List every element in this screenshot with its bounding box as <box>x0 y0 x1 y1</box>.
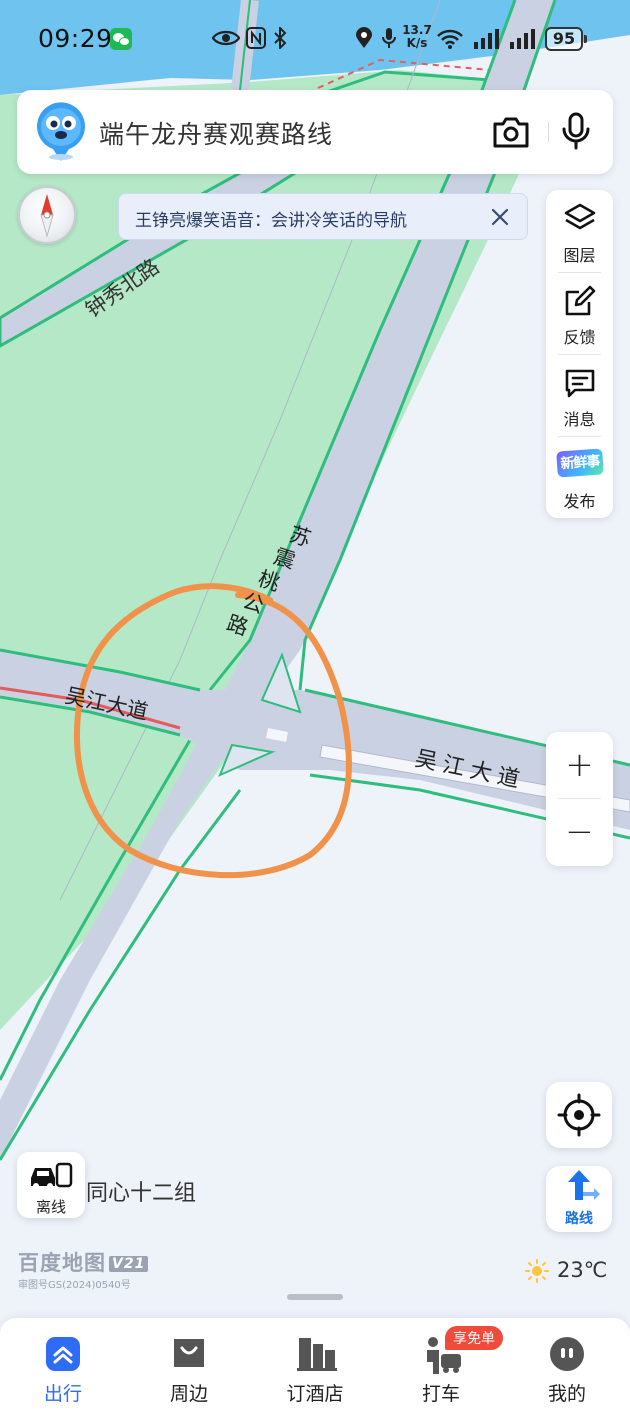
map-tool-panel: 图层 反馈 消息 新鲜事 发布 <box>546 190 613 518</box>
search-divider <box>548 122 549 142</box>
search-bar[interactable]: 端午龙舟赛观赛路线 <box>17 90 613 174</box>
nav-mine-label: 我的 <box>547 1383 586 1405</box>
route-label: 路线 <box>565 1211 593 1227</box>
zoom-in-button[interactable]: + <box>546 732 613 798</box>
locate-crosshair-icon <box>557 1093 601 1137</box>
net-speed-unit: K/s <box>406 36 428 50</box>
nav-nearby-label: 周边 <box>169 1383 208 1405</box>
nav-hotel-label: 订酒店 <box>286 1383 344 1405</box>
signal-icon-2 <box>510 29 535 49</box>
nav-taxi[interactable]: 享免单 打车 <box>391 1318 503 1422</box>
offline-car-icon <box>31 1162 73 1189</box>
notice-text[interactable]: 王铮亮爆笑语音：会讲冷笑话的导航 <box>135 206 407 231</box>
status-bar: 09:29 13.7 K/s 95 <box>0 0 630 80</box>
messages-button[interactable]: 消息 <box>546 354 613 436</box>
net-speed: 13.7 K/s <box>401 24 433 50</box>
notice-banner[interactable]: 王铮亮爆笑语音：会讲冷笑话的导航 <box>118 193 528 240</box>
layers-icon <box>564 203 596 230</box>
offline-label: 离线 <box>35 1198 66 1216</box>
nav-travel-label: 出行 <box>43 1383 82 1405</box>
feedback-label: 反馈 <box>563 328 596 347</box>
taxi-promo-badge: 享免单 <box>445 1326 503 1350</box>
bluetooth-icon <box>274 27 287 49</box>
messages-label: 消息 <box>563 410 596 429</box>
zoom-control: + − <box>546 732 613 866</box>
search-input[interactable]: 端午龙舟赛观赛路线 <box>99 115 333 151</box>
layers-button[interactable]: 图层 <box>546 190 613 272</box>
logo-name: 百度地图 <box>18 1251 106 1275</box>
microphone-status-icon <box>382 28 396 48</box>
nav-hotel[interactable]: 订酒店 <box>265 1318 365 1422</box>
nav-nearby[interactable]: 周边 <box>139 1318 239 1422</box>
fresh-news-badge: 新鲜事 <box>556 448 604 478</box>
map-review-number: 审图号GS(2024)0540号 <box>18 1280 131 1291</box>
location-icon <box>356 27 372 48</box>
locate-button[interactable] <box>546 1082 612 1148</box>
wechat-icon <box>110 28 132 50</box>
message-icon <box>565 369 595 398</box>
camera-icon[interactable] <box>491 114 531 150</box>
signal-icon-1 <box>474 29 499 49</box>
close-icon[interactable] <box>485 202 515 232</box>
layers-label: 图层 <box>563 246 596 265</box>
microphone-icon[interactable] <box>558 111 594 151</box>
feedback-edit-icon <box>565 285 596 316</box>
battery-indicator: 95 <box>545 27 587 51</box>
wifi-icon <box>437 29 463 49</box>
publish-label: 发布 <box>563 492 596 511</box>
sun-icon <box>525 1259 549 1283</box>
nav-travel[interactable]: 出行 <box>13 1318 113 1422</box>
compass-button[interactable] <box>18 186 76 244</box>
nav-mine[interactable]: 我的 <box>517 1318 617 1422</box>
publish-button[interactable]: 新鲜事 发布 <box>546 436 613 518</box>
route-arrow-icon <box>568 1170 600 1200</box>
baidu-map-logo: 百度地图 V21 <box>18 1247 149 1277</box>
nfc-icon <box>246 27 266 49</box>
drawer-handle[interactable] <box>287 1294 343 1300</box>
route-button[interactable]: 路线 <box>546 1166 612 1232</box>
eye-icon <box>212 30 240 46</box>
temperature: 23℃ <box>557 1258 608 1282</box>
zoom-out-button[interactable]: − <box>546 799 613 865</box>
compass-needle-icon <box>40 194 54 238</box>
nav-taxi-label: 打车 <box>421 1383 460 1405</box>
travel-icon <box>46 1337 80 1371</box>
mascot-icon[interactable] <box>35 99 87 163</box>
offline-button[interactable]: 离线 <box>17 1152 85 1218</box>
hotel-building-icon <box>297 1338 337 1371</box>
feedback-button[interactable]: 反馈 <box>546 272 613 354</box>
bottom-nav: 出行 周边 订酒店 享免单 打车 我的 <box>0 1318 630 1422</box>
nearby-bag-icon <box>174 1339 204 1367</box>
profile-avatar-icon <box>550 1337 584 1371</box>
status-time: 09:29 <box>38 24 113 53</box>
place-label[interactable]: 同心十二组 <box>86 1175 196 1207</box>
logo-version: V21 <box>109 1256 149 1272</box>
